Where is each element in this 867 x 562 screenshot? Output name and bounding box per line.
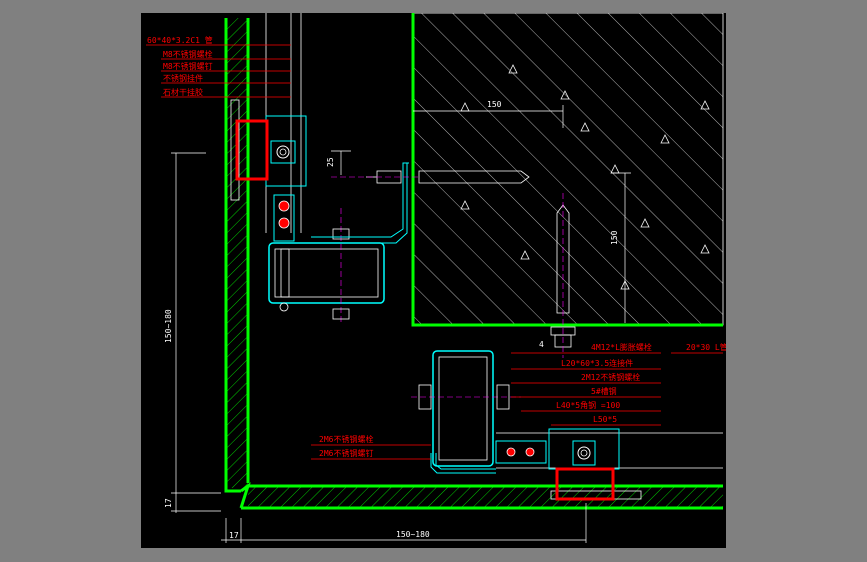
- detail-drawing: 60*40*3.2C1 管 M8不锈钢螺栓 M8不锈钢螺钉 不锈钢挂件 石材干挂…: [146, 13, 726, 543]
- label-l-tube: 20*30 L管: [686, 342, 726, 352]
- label-l50: L50*5: [593, 415, 617, 424]
- label-m12-bolt: 2M12不锈钢螺栓: [581, 372, 640, 382]
- label-expansion-bolt: 4M12*L膨胀螺栓: [591, 342, 652, 352]
- left-stone-panel: [224, 18, 250, 493]
- dim-vertical-range: 150~180: [164, 309, 173, 343]
- label-bolt: M8不锈钢螺栓: [163, 49, 213, 59]
- angle-connector-bottom: [430, 453, 496, 474]
- label-tube: 60*40*3.2C1 管: [147, 35, 213, 45]
- dim-anchor-spacing: 150: [610, 230, 619, 245]
- dim-anchor-top: 150: [487, 100, 502, 109]
- dim-offset: 25: [326, 157, 335, 167]
- label-m6-bolt: 2M6不锈钢螺栓: [319, 434, 373, 444]
- channel-steel-right: [411, 350, 521, 467]
- angle-connector-top: [311, 162, 409, 244]
- label-channel: 5#槽钢: [591, 386, 617, 396]
- dim-vertical-17: 17: [164, 498, 173, 508]
- label-connector: L20*60*3.5连接件: [561, 358, 633, 368]
- vertical-tube: [265, 13, 302, 233]
- cad-viewport: 60*40*3.2C1 管 M8不锈钢螺栓 M8不锈钢螺钉 不锈钢挂件 石材干挂…: [141, 13, 726, 548]
- label-hanger: 不锈钢挂件: [163, 73, 203, 83]
- label-angle: L40*5角钢 =100: [556, 400, 620, 410]
- label-m6-screw: 2M6不锈钢螺钉: [319, 448, 373, 458]
- annotations-left: 60*40*3.2C1 管 M8不锈钢螺栓 M8不锈钢螺钉 不锈钢挂件 石材干挂…: [147, 35, 213, 97]
- label-screw: M8不锈钢螺钉: [163, 61, 213, 71]
- label-glue: 石材干挂胶: [163, 87, 203, 97]
- bottom-stone-panel: [239, 482, 723, 510]
- dim-weld: 4: [539, 340, 544, 349]
- concrete-wall: [412, 13, 724, 326]
- dim-bottom-range: 150~180: [396, 530, 430, 539]
- dim-horizontal-17: 17: [229, 531, 239, 540]
